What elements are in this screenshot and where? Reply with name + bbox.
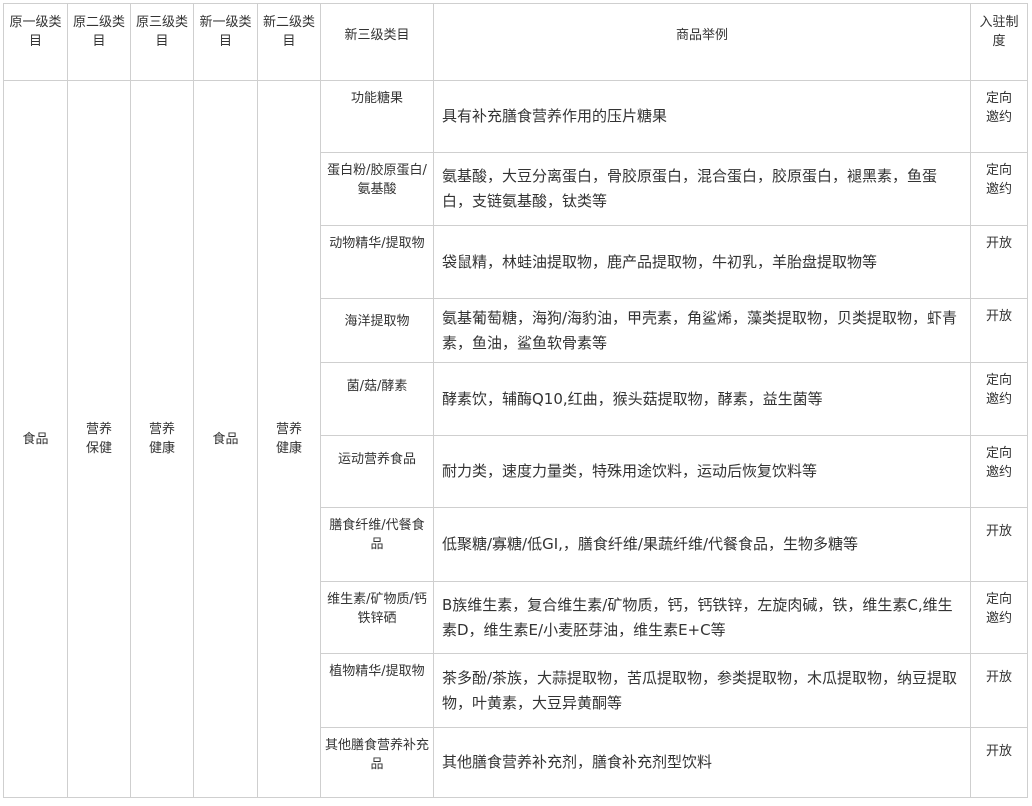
row-policy: 定向邀约 (970, 435, 1028, 508)
row-policy: 开放 (970, 653, 1028, 728)
row-policy-text: 定向邀约 (985, 91, 1012, 125)
row-examples: 茶多酚/茶族，大蒜提取物，苦瓜提取物，参类提取物，木瓜提取物，纳豆提取物，叶黄素… (433, 653, 971, 728)
row-policy: 定向邀约 (970, 581, 1028, 654)
row-policy-text: 开放 (985, 236, 1012, 251)
merged-orig-l1: 食品 (3, 80, 68, 798)
row-policy-text: 定向邀约 (985, 163, 1012, 197)
header-orig-l2: 原二级类目 (67, 3, 131, 81)
row-examples: 氨基葡萄糖，海狗/海豹油，甲壳素，角鲨烯，藻类提取物，贝类提取物，虾青素，鱼油，… (433, 298, 971, 363)
header-orig-l3: 原三级类目 (130, 3, 194, 81)
row-examples: B族维生素，复合维生素/矿物质，钙，钙铁锌，左旋肉碱，铁，维生素C,维生素D，维… (433, 581, 971, 654)
row-category: 运动营养食品 (320, 435, 434, 508)
row-policy-text: 开放 (985, 309, 1012, 324)
header-examples: 商品举例 (433, 3, 971, 81)
row-policy-text: 开放 (985, 744, 1012, 759)
row-category: 动物精华/提取物 (320, 225, 434, 299)
row-policy: 开放 (970, 225, 1028, 299)
row-policy: 定向邀约 (970, 362, 1028, 436)
row-examples: 氨基酸，大豆分离蛋白，骨胶原蛋白，混合蛋白，胶原蛋白，褪黑素，鱼蛋白，支链氨基酸… (433, 152, 971, 226)
merged-new-l2: 营养健康 (257, 80, 321, 798)
row-policy-text: 开放 (985, 524, 1012, 539)
row-category: 膳食纤维/代餐食品 (320, 507, 434, 582)
row-examples: 袋鼠精，林蛙油提取物，鹿产品提取物，牛初乳，羊胎盘提取物等 (433, 225, 971, 299)
row-policy: 定向邀约 (970, 152, 1028, 226)
row-policy-text: 开放 (985, 670, 1012, 685)
category-table: 原一级类目 原二级类目 原三级类目 新一级类目 新二级类目 新三级类目 商品举例… (3, 3, 1028, 798)
row-policy-text: 定向邀约 (985, 373, 1012, 407)
row-policy: 开放 (970, 727, 1028, 798)
row-examples: 低聚糖/寡糖/低GI,，膳食纤维/果蔬纤维/代餐食品，生物多糖等 (433, 507, 971, 582)
merged-new-l1: 食品 (193, 80, 258, 798)
header-row: 原一级类目 原二级类目 原三级类目 新一级类目 新二级类目 新三级类目 商品举例… (3, 3, 1028, 81)
header-new-l3: 新三级类目 (320, 3, 434, 81)
merged-orig-l2: 营养保健 (67, 80, 131, 798)
row-examples: 具有补充膳食营养作用的压片糖果 (433, 80, 971, 153)
row-policy: 开放 (970, 507, 1028, 582)
row-examples: 其他膳食营养补充剂，膳食补充剂型饮料 (433, 727, 971, 798)
row-category: 功能糖果 (320, 80, 434, 153)
row-policy: 开放 (970, 298, 1028, 363)
header-policy: 入驻制度 (970, 3, 1028, 81)
row-policy-text: 定向邀约 (985, 446, 1012, 480)
row-examples: 酵素饮，辅酶Q10,红曲，猴头菇提取物，酵素，益生菌等 (433, 362, 971, 436)
row-category: 海洋提取物 (320, 298, 434, 363)
header-new-l1: 新一级类目 (193, 3, 258, 81)
merged-orig-l3: 营养健康 (130, 80, 194, 798)
row-policy-text: 定向邀约 (985, 592, 1012, 626)
row-category: 菌/菇/酵素 (320, 362, 434, 436)
row-category: 蛋白粉/胶原蛋白/氨基酸 (320, 152, 434, 226)
row-category: 其他膳食营养补充品 (320, 727, 434, 798)
row-examples: 耐力类，速度力量类，特殊用途饮料，运动后恢复饮料等 (433, 435, 971, 508)
row-category: 维生素/矿物质/钙铁锌硒 (320, 581, 434, 654)
row-category: 植物精华/提取物 (320, 653, 434, 728)
row-policy: 定向邀约 (970, 80, 1028, 153)
header-new-l2: 新二级类目 (257, 3, 321, 81)
header-orig-l1: 原一级类目 (3, 3, 68, 81)
table-row: 食品 营养保健 营养健康 食品 营养健康 功能糖果 具有补充膳食营养作用的压片糖… (3, 80, 1028, 798)
